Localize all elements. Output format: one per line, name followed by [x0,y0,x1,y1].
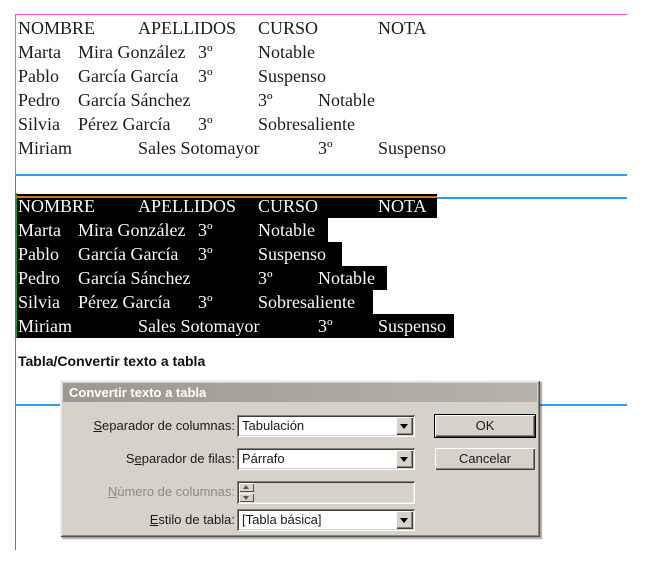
number-of-columns-field [237,481,415,504]
cell: Notable [318,268,375,288]
chevron-down-icon [400,518,408,523]
dropdown-button[interactable] [396,450,413,468]
convert-text-to-table-dialog: Convertir texto a tabla Separador de col… [60,380,540,537]
cell: Suspenso [378,316,447,336]
cell: Pablo [18,244,60,264]
cell: APELLIDOS [138,18,236,38]
table-row: NOMBRE APELLIDOS CURSO NOTA [0,16,653,40]
table-row: Miriam Sales Sotomayor 3º Suspenso [0,314,653,338]
cell: 3º [198,244,213,264]
cancel-button[interactable]: Cancelar [435,448,535,470]
cell: García García [78,66,179,86]
stepper-up-button [239,483,254,492]
number-stepper [239,483,254,502]
cell: García García [78,244,179,264]
cell: Pérez García [78,292,171,312]
arrow-up-icon [243,485,249,489]
label-accelerator: N [107,484,118,499]
text-frame-top-edge [15,14,627,15]
table-row: Pedro García Sánchez 3º Notable [0,88,653,112]
row-separator-label: Separador de filas: [60,448,235,470]
table-style-value: [Tabla básica] [242,512,322,527]
stepper-down-button [239,493,254,502]
cell: CURSO [258,18,319,38]
arrow-down-icon [243,496,249,500]
table-style-select[interactable]: [Tabla básica] [237,509,415,531]
cell: 3º [198,292,213,312]
label-text: úmero de columnas: [117,484,235,499]
column-separator-select[interactable]: Tabulación [237,415,415,437]
cell: APELLIDOS [138,196,236,216]
cell: 3º [198,114,213,134]
table-row: Pedro García Sánchez 3º Notable [0,266,653,290]
cell: CURSO [258,196,319,216]
cell: Mira González [78,42,186,62]
cell: García Sánchez [78,268,191,288]
table-row: NOMBRE APELLIDOS CURSO NOTA [0,194,653,218]
cell: Suspenso [258,244,327,264]
table-row: Silvia Pérez García 3º Sobresaliente [0,290,653,314]
cell: 3º [258,268,273,288]
cell: NOTA [378,196,427,216]
cell: Pedro [18,90,60,110]
label-accelerator: e [134,451,142,466]
cell: Pérez García [78,114,171,134]
cell: 3º [318,316,333,336]
cell: Pedro [18,268,60,288]
chevron-down-icon [400,457,408,462]
cell: Miriam [18,316,72,336]
cell: Marta [18,42,61,62]
cell: Mira González [78,220,186,240]
cell: 3º [198,42,213,62]
cell: 3º [198,66,213,86]
cell: Suspenso [258,66,327,86]
cell: Pablo [18,66,60,86]
ruler-guide-1 [15,174,627,176]
cell: 3º [318,138,333,158]
screenshot-canvas: NOMBRE APELLIDOS CURSO NOTA Marta Mira G… [0,0,653,567]
row-separator-value: Párrafo [242,451,285,466]
menu-path-label: Tabla/Convertir texto a tabla [18,353,206,369]
ok-button[interactable]: OK [435,415,535,437]
cell: Notable [258,42,315,62]
table-row: Miriam Sales Sotomayor 3º Suspenso [0,136,653,160]
number-of-columns-label: Número de columnas: [60,481,235,503]
cell: NOMBRE [18,196,96,216]
label-accelerator: S [93,418,103,433]
chevron-down-icon [400,424,408,429]
dropdown-button[interactable] [396,417,413,435]
cell: NOMBRE [18,18,96,38]
cell: 3º [198,220,213,240]
table-row: Silvia Pérez García 3º Sobresaliente [0,112,653,136]
table-row: Marta Mira González 3º Notable [0,40,653,64]
row-separator-select[interactable]: Párrafo [237,448,415,470]
column-separator-label: Separador de columnas: [60,415,235,437]
table-row: Pablo García García 3º Suspenso [0,242,653,266]
cell: Miriam [18,138,72,158]
cell: Notable [258,220,315,240]
cell: Silvia [18,292,61,312]
cell: García Sánchez [78,90,191,110]
table-style-label: Estilo de tabla: [60,509,235,531]
cell: Suspenso [378,138,447,158]
label-text: S [125,451,135,466]
dialog-titlebar[interactable]: Convertir texto a tabla [63,383,537,402]
cell: 3º [258,90,273,110]
cell: NOTA [378,18,427,38]
dialog-title: Convertir texto a tabla [69,385,207,400]
dropdown-button[interactable] [396,511,413,529]
table-row: Marta Mira González 3º Notable [0,218,653,242]
column-separator-value: Tabulación [242,418,305,433]
cell: Sobresaliente [258,114,355,134]
cell: Sales Sotomayor [138,138,260,158]
cell: Marta [18,220,61,240]
cell: Sales Sotomayor [138,316,260,336]
cell: Sobresaliente [258,292,355,312]
cell: Notable [318,90,375,110]
label-text: stilo de tabla: [158,512,235,527]
label-text: parador de filas: [141,451,235,466]
label-text: eparador de columnas: [102,418,235,433]
cell: Silvia [18,114,61,134]
table-row: Pablo García García 3º Suspenso [0,64,653,88]
